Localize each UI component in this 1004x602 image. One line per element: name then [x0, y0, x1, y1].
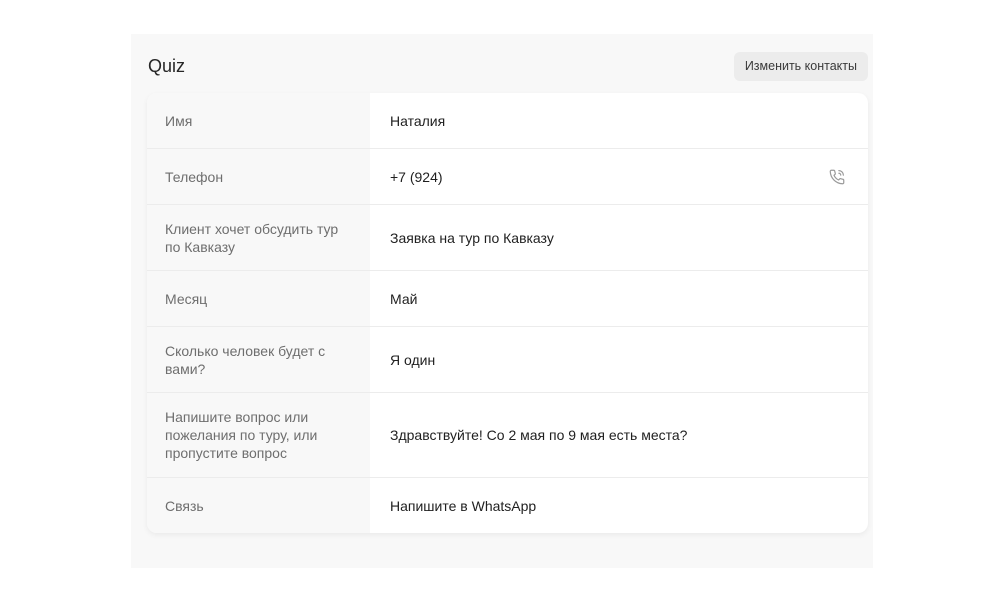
tour-value: Заявка на тур по Кавказу	[390, 229, 554, 246]
row-value: Наталия	[370, 93, 868, 148]
table-row-question: Напишите вопрос или пожелания по туру, и…	[147, 392, 868, 477]
row-label: Сколько человек будет с вами?	[147, 327, 370, 392]
contact-method-value: Напишите в WhatsApp	[390, 497, 537, 514]
row-label: Месяц	[147, 271, 370, 326]
panel-title: Quiz	[148, 56, 186, 76]
edit-contacts-button[interactable]: Изменить контакты	[733, 52, 868, 81]
row-value: Здравствуйте! Со 2 мая по 9 мая есть мес…	[370, 393, 868, 477]
table-row-phone: Телефон +7 (924)	[147, 148, 868, 204]
row-label: Связь	[147, 478, 370, 533]
row-value: +7 (924)	[370, 149, 868, 204]
table-row-contact-method: Связь Напишите в WhatsApp	[147, 477, 868, 533]
contact-details-table: Имя Наталия Телефон +7 (924) Клиент хоче…	[147, 93, 868, 533]
row-label: Напишите вопрос или пожелания по туру, и…	[147, 393, 370, 477]
quiz-panel: Quiz Изменить контакты Имя Наталия Телеф…	[131, 34, 873, 568]
row-label: Клиент хочет обсудить тур по Кавказу	[147, 205, 370, 270]
table-row-tour: Клиент хочет обсудить тур по Кавказу Зая…	[147, 204, 868, 270]
row-label: Имя	[147, 93, 370, 148]
row-value: Заявка на тур по Кавказу	[370, 205, 868, 270]
row-value: Май	[370, 271, 868, 326]
name-value: Наталия	[390, 112, 446, 129]
row-value: Напишите в WhatsApp	[370, 478, 868, 533]
panel-header: Quiz Изменить контакты	[148, 52, 868, 82]
table-row-name: Имя Наталия	[147, 93, 868, 148]
month-value: Май	[390, 290, 418, 307]
people-value: Я один	[390, 351, 436, 368]
table-row-people: Сколько человек будет с вами? Я один	[147, 326, 868, 392]
row-label: Телефон	[147, 149, 370, 204]
row-value: Я один	[370, 327, 868, 392]
phone-call-icon[interactable]	[828, 168, 846, 186]
phone-value: +7 (924)	[390, 168, 443, 185]
table-row-month: Месяц Май	[147, 270, 868, 326]
question-value: Здравствуйте! Со 2 мая по 9 мая есть мес…	[390, 427, 688, 443]
